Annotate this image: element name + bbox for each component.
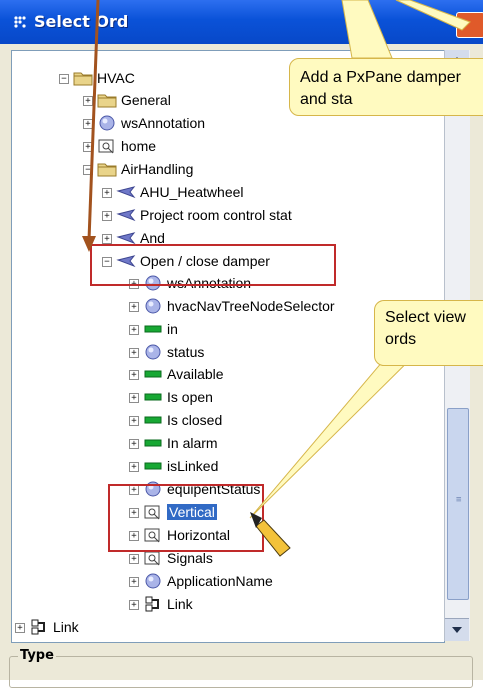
point-icon: [143, 320, 163, 338]
type-group: [9, 656, 473, 688]
expand-icon[interactable]: +: [129, 393, 139, 403]
tree-row-label[interactable]: in: [167, 321, 178, 337]
tree-row-label[interactable]: isLinked: [167, 458, 218, 474]
expand-icon[interactable]: +: [102, 211, 112, 221]
expand-icon[interactable]: +: [129, 302, 139, 312]
point-icon: [143, 411, 163, 429]
folder-icon: [97, 91, 117, 109]
tree-row-label[interactable]: General: [121, 92, 171, 108]
circle-icon: [143, 343, 163, 361]
expand-icon[interactable]: +: [129, 577, 139, 587]
tree-row-label[interactable]: Available: [167, 366, 224, 382]
expand-icon[interactable]: +: [129, 325, 139, 335]
tree-row-label[interactable]: AirHandling: [121, 161, 193, 177]
tree-row-label[interactable]: Is closed: [167, 412, 222, 428]
circle-icon: [143, 572, 163, 590]
expand-icon[interactable]: +: [129, 554, 139, 564]
window-title: Select Ord: [34, 12, 129, 31]
type-label: Type: [18, 648, 56, 663]
tree-row-label[interactable]: In alarm: [167, 435, 218, 451]
tree-row-label[interactable]: hvacNavTreeNodeSelector: [167, 298, 335, 314]
expand-icon[interactable]: +: [129, 462, 139, 472]
expand-icon[interactable]: +: [83, 96, 93, 106]
circle-icon: [143, 297, 163, 315]
tree-row-label[interactable]: Link: [167, 596, 193, 612]
collapse-icon[interactable]: −: [83, 165, 93, 175]
expand-icon[interactable]: +: [129, 348, 139, 358]
tree-row-label[interactable]: Project room control stat: [140, 207, 292, 223]
scroll-thumb[interactable]: ≡: [447, 408, 469, 600]
expand-icon[interactable]: +: [129, 370, 139, 380]
px-view-icon: [97, 137, 117, 155]
tree-row-label[interactable]: Signals: [167, 550, 213, 566]
tree-row-label[interactable]: wsAnnotation: [121, 115, 205, 131]
circle-icon: [97, 114, 117, 132]
highlight-damper: [90, 244, 336, 286]
tree-row-label[interactable]: Link: [53, 619, 79, 635]
expand-icon[interactable]: +: [129, 600, 139, 610]
expand-icon[interactable]: +: [129, 416, 139, 426]
callout-add-pxpane: Add a PxPane damper and sta: [289, 58, 483, 116]
title-bar[interactable]: Select Ord: [0, 0, 483, 44]
point-icon: [143, 434, 163, 452]
point-icon: [143, 388, 163, 406]
expand-icon[interactable]: +: [83, 119, 93, 129]
expand-icon[interactable]: +: [15, 623, 25, 633]
tree-row-label[interactable]: ApplicationName: [167, 573, 273, 589]
expand-icon[interactable]: +: [129, 439, 139, 449]
link-icon: [143, 595, 163, 613]
point-icon: [143, 457, 163, 475]
point-icon: [143, 365, 163, 383]
close-button[interactable]: [456, 12, 483, 38]
tree-row-label[interactable]: AHU_Heatwheel: [140, 184, 244, 200]
callout-select-view-ords: Select view ords: [374, 300, 483, 366]
collapse-icon[interactable]: −: [59, 74, 69, 84]
tree-row-label[interactable]: status: [167, 344, 204, 360]
app-icon: [14, 16, 26, 28]
tree-row-label[interactable]: home: [121, 138, 156, 154]
folder-icon: [73, 69, 93, 87]
component-icon: [116, 183, 136, 201]
link-icon: [29, 618, 49, 636]
folder-icon: [97, 160, 117, 178]
expand-icon[interactable]: +: [83, 142, 93, 152]
component-icon: [116, 206, 136, 224]
tree-row-label[interactable]: HVAC: [97, 70, 135, 86]
expand-icon[interactable]: +: [102, 234, 112, 244]
highlight-views: [108, 484, 264, 552]
scroll-down-button[interactable]: [445, 618, 469, 641]
tree-row-label[interactable]: Is open: [167, 389, 213, 405]
expand-icon[interactable]: +: [102, 188, 112, 198]
